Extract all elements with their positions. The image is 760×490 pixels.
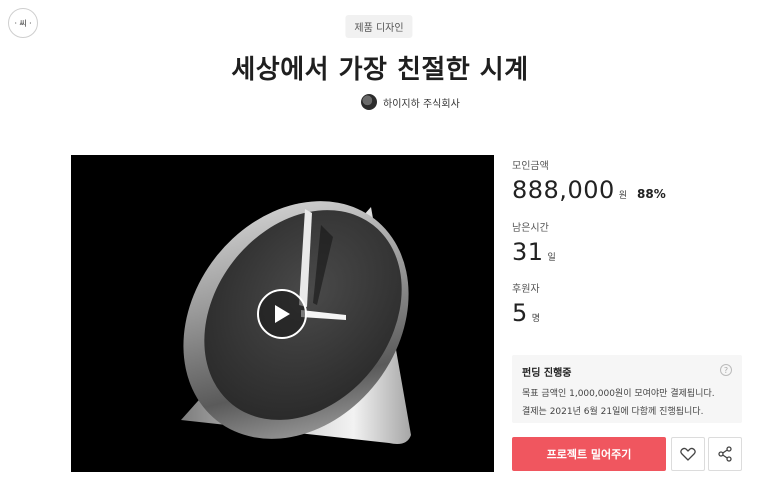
heart-icon <box>680 447 696 461</box>
project-title: 세상에서 가장 친절한 시계 <box>231 55 529 85</box>
backers-stat: 후원자 5 명 <box>512 280 540 327</box>
category-badge[interactable]: 제품 디자인 <box>345 15 413 38</box>
backers-label: 후원자 <box>512 284 540 295</box>
backers-value: 5 <box>512 299 528 327</box>
time-unit: 일 <box>547 253 556 263</box>
like-button[interactable] <box>671 437 705 471</box>
share-icon <box>718 446 732 462</box>
support-project-button[interactable]: 프로젝트 밀어주기 <box>512 437 666 471</box>
creator-info[interactable]: 하이지하 주식회사 <box>361 94 460 110</box>
funding-goal-note: 목표 금액인 1,000,000원이 모여야만 결제됩니다. <box>522 389 715 399</box>
backers-value-row: 5 명 <box>512 299 540 327</box>
category-label: 제품 디자인 <box>354 23 404 34</box>
site-logo[interactable]: ㆍ씨ㆍ <box>8 8 38 38</box>
play-icon <box>275 305 290 323</box>
play-button[interactable] <box>257 289 307 339</box>
creator-name: 하이지하 주식회사 <box>383 98 460 110</box>
funding-status-title: 펀딩 진행중 <box>522 368 572 379</box>
amount-unit: 원 <box>618 191 628 201</box>
help-icon[interactable]: ? <box>720 364 732 376</box>
time-label: 남은시간 <box>512 223 549 234</box>
time-value: 31 <box>512 238 544 266</box>
amount-percent: 88% <box>637 187 666 201</box>
backers-unit: 명 <box>531 314 541 324</box>
support-project-label: 프로젝트 밀어주기 <box>546 448 632 461</box>
amount-stat: 모인금액 888,000 원 88% <box>512 157 666 204</box>
funding-status-box: 펀딩 진행중 목표 금액인 1,000,000원이 모여야만 결제됩니다. 결제… <box>512 355 742 423</box>
creator-avatar <box>361 94 377 110</box>
time-value-row: 31 일 <box>512 238 556 266</box>
help-glyph: ? <box>723 365 729 375</box>
share-button[interactable] <box>708 437 742 471</box>
amount-label: 모인금액 <box>512 161 549 172</box>
amount-value: 888,000 <box>512 176 615 204</box>
video-player[interactable] <box>71 155 494 472</box>
logo-text: ㆍ씨ㆍ <box>11 18 35 28</box>
amount-value-row: 888,000 원 88% <box>512 176 666 204</box>
time-stat: 남은시간 31 일 <box>512 219 556 266</box>
funding-payment-note: 결제는 2021년 6월 21일에 다함께 진행됩니다. <box>522 407 704 417</box>
